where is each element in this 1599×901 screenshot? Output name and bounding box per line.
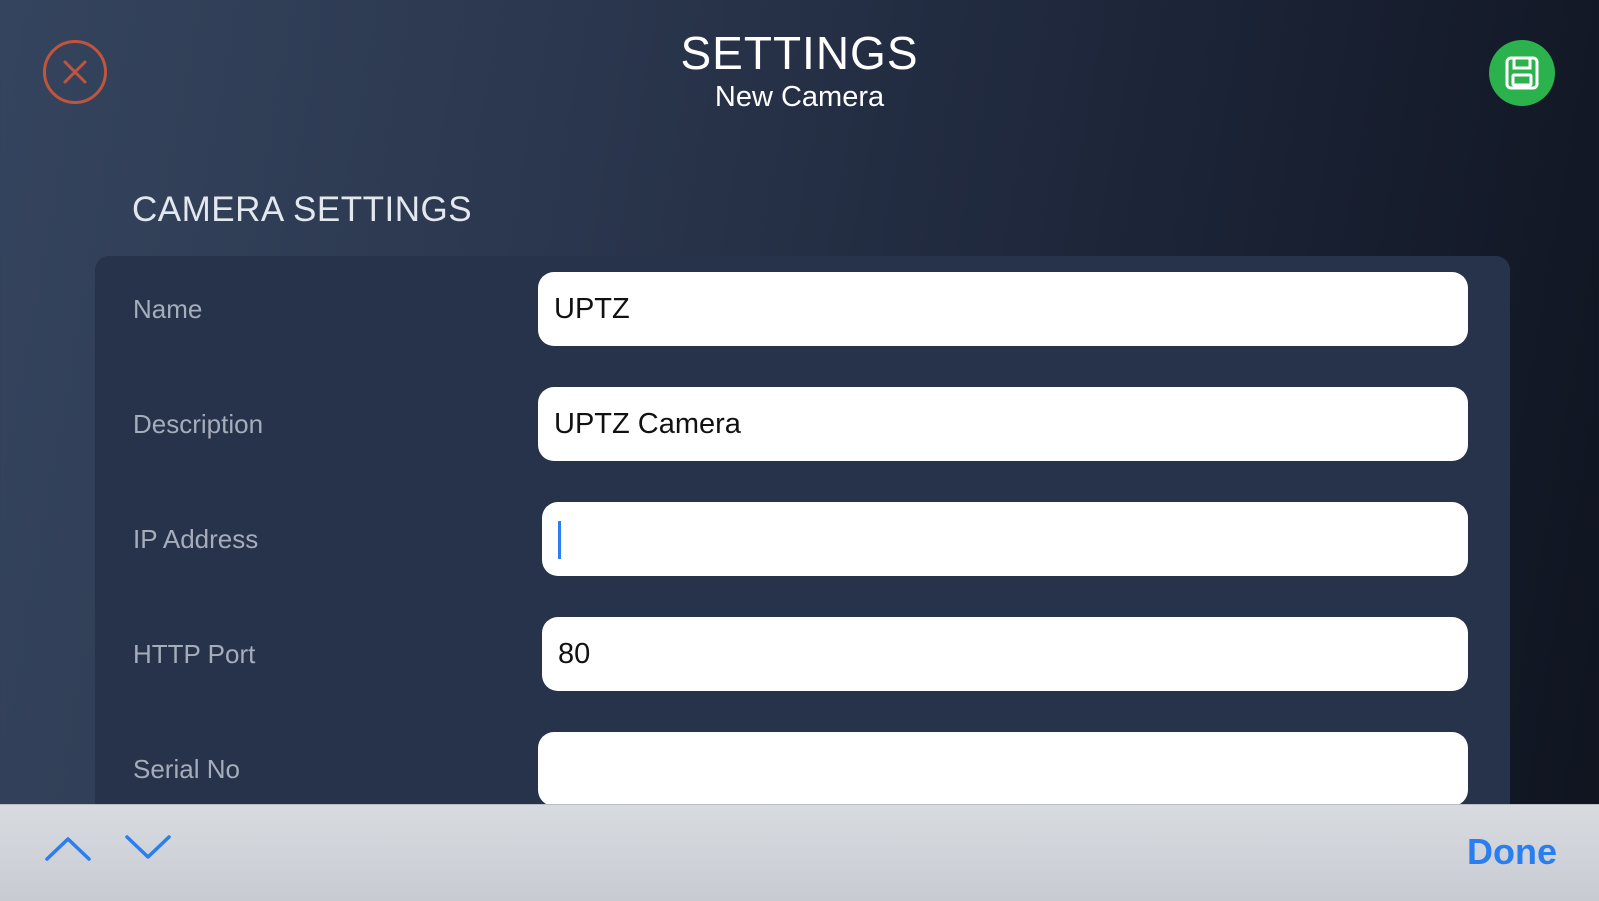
chevron-up-icon [45,837,91,861]
section-title: CAMERA SETTINGS [132,190,473,229]
field-row-serial-no: Serial No [95,732,1510,806]
description-field[interactable]: UPTZ Camera [538,387,1468,461]
header: SETTINGS New Camera [0,26,1599,114]
page-subtitle: New Camera [714,81,885,113]
http-port-field[interactable]: 80 [542,617,1468,691]
text-caret [558,521,561,560]
field-row-ip-address: IP Address [95,502,1510,576]
name-label: Name [133,294,203,324]
serial-no-field[interactable] [538,732,1468,806]
chevron-down-icon [125,835,171,859]
done-button[interactable]: Done [1467,831,1557,873]
field-row-description: Description UPTZ Camera [95,387,1510,461]
ip-address-field[interactable] [542,502,1468,576]
ip-address-label: IP Address [133,524,259,554]
save-button[interactable] [1489,40,1555,106]
http-port-label: HTTP Port [133,639,256,669]
serial-no-label: Serial No [133,754,240,784]
floppy-disk-icon [1505,56,1539,90]
field-row-http-port: HTTP Port 80 [95,617,1510,691]
camera-settings-form: Name UPTZ Description UPTZ Camera IP Add… [95,256,1510,816]
field-row-name: Name UPTZ [95,272,1510,346]
next-field-button[interactable] [124,833,172,868]
previous-field-button[interactable] [44,833,92,868]
name-field[interactable]: UPTZ [538,272,1468,346]
description-label: Description [133,409,264,439]
page-title: SETTINGS [680,27,919,79]
keyboard-toolbar: Done [0,804,1599,901]
